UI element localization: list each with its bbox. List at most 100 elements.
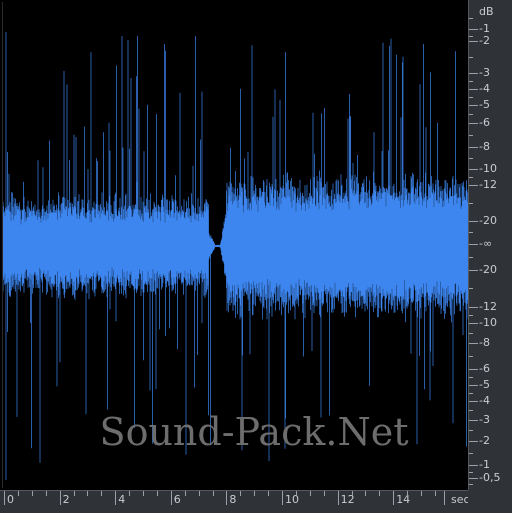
- db-tick-label: -∞: [479, 237, 493, 250]
- db-tick: [469, 465, 478, 466]
- db-tick: [469, 401, 478, 402]
- db-minor-tick: [469, 377, 473, 378]
- time-minor-tick: [143, 491, 144, 496]
- db-tick-label: -12: [479, 300, 497, 313]
- time-minor-tick: [407, 491, 409, 496]
- db-tick-label: -5: [479, 98, 490, 111]
- time-minor-tick: [101, 491, 103, 496]
- time-minor-tick: [31, 491, 33, 496]
- db-tick-label: -10: [479, 162, 497, 175]
- time-minor-tick: [421, 491, 422, 496]
- time-minor-tick: [129, 491, 131, 496]
- db-tick: [469, 385, 478, 386]
- db-minor-tick: [469, 18, 473, 19]
- db-minor-tick: [469, 484, 473, 485]
- time-tick-label: 6: [173, 493, 181, 506]
- time-end-tick: [444, 491, 445, 505]
- time-tick: [4, 491, 5, 505]
- time-minor-tick: [309, 491, 311, 496]
- db-minor-tick: [469, 135, 473, 136]
- db-tick-label: -4: [479, 394, 490, 407]
- audio-editor: dB -1 -2 -3 -4 -5 -6 -8 -10 -12 -20 -∞ -20 -12 -10 -8-…: [0, 0, 512, 513]
- db-minor-tick: [469, 36, 473, 37]
- db-tick-label: -8: [479, 336, 490, 349]
- db-tick-label: -1: [479, 458, 490, 471]
- db-tick-label: -8: [479, 140, 490, 153]
- time-ruler: sec 0 2 4 6 8 10 12 14: [0, 490, 512, 513]
- db-tick-label: -3: [479, 66, 490, 79]
- db-minor-tick: [469, 177, 473, 178]
- time-tick: [115, 491, 117, 505]
- time-minor-tick: [73, 491, 75, 496]
- db-tick-label: -20: [479, 214, 497, 227]
- db-minor-tick: [469, 333, 473, 334]
- db-tick: [469, 169, 478, 170]
- db-minor-tick: [469, 453, 473, 454]
- db-tick: [469, 105, 478, 106]
- time-minor-tick: [254, 491, 256, 496]
- db-tick-label: -4: [479, 82, 490, 95]
- waveform-trace: [3, 32, 469, 480]
- time-minor-tick: [240, 491, 242, 496]
- db-minor-tick: [469, 410, 473, 411]
- time-tick-label: 10: [285, 493, 299, 506]
- db-minor-tick: [469, 315, 473, 316]
- db-tick: [469, 185, 478, 186]
- db-tick: [469, 270, 478, 271]
- db-minor-tick: [469, 57, 473, 58]
- db-tick-label: -2: [479, 434, 490, 447]
- db-tick: [469, 147, 478, 148]
- db-minor-tick: [469, 81, 473, 82]
- time-minor-tick: [434, 491, 436, 496]
- db-tick: [469, 478, 478, 479]
- db-ruler: dB -1 -2 -3 -4 -5 -6 -8 -10 -12 -20 -∞ -20 -12 -10 -8-…: [468, 0, 512, 490]
- db-minor-tick: [469, 257, 473, 258]
- db-tick-label: -20: [479, 263, 497, 276]
- waveform[interactable]: [3, 2, 469, 488]
- db-minor-tick: [469, 232, 473, 233]
- db-tick-label: -6: [479, 362, 490, 375]
- time-minor-tick: [87, 491, 89, 496]
- time-minor-tick: [379, 491, 381, 496]
- time-tick: [282, 491, 283, 505]
- db-tick: [469, 441, 478, 442]
- db-minor-tick: [469, 203, 473, 204]
- db-minor-tick: [469, 393, 473, 394]
- db-tick: [469, 123, 478, 124]
- db-unit-label: dB: [479, 5, 494, 18]
- time-minor-tick: [351, 491, 353, 496]
- waveform-view[interactable]: [2, 2, 469, 488]
- db-tick: [469, 420, 478, 421]
- time-tick: [393, 491, 395, 505]
- time-minor-tick: [268, 491, 270, 496]
- db-tick: [469, 343, 478, 344]
- time-minor-tick: [365, 491, 367, 496]
- time-unit-label: sec: [451, 493, 470, 506]
- time-tick: [226, 491, 228, 505]
- time-tick: [337, 491, 339, 505]
- db-tick-label: -6: [479, 116, 490, 129]
- time-tick-label: 4: [118, 493, 126, 506]
- time-minor-tick: [156, 491, 158, 496]
- db-tick: [469, 29, 478, 30]
- db-minor-tick: [469, 430, 473, 431]
- db-tick-label: -1: [479, 22, 490, 35]
- db-minor-tick: [469, 472, 473, 473]
- time-minor-tick: [295, 491, 297, 496]
- db-tick: [469, 323, 478, 324]
- time-tick-label: 8: [229, 493, 237, 506]
- time-tick-label: 0: [7, 493, 14, 506]
- db-minor-tick: [469, 158, 473, 159]
- time-minor-tick: [45, 491, 47, 496]
- db-tick-label: -5: [479, 378, 490, 391]
- db-tick: [469, 221, 478, 222]
- db-minor-tick: [469, 356, 473, 357]
- db-tick-label: -2: [479, 34, 490, 47]
- db-tick-label: -0,5: [479, 471, 501, 484]
- time-minor-tick: [323, 491, 325, 496]
- time-tick-label: 2: [62, 493, 70, 506]
- time-minor-tick: [184, 491, 186, 496]
- db-minor-tick: [469, 97, 473, 98]
- db-tick-label: -10: [479, 316, 497, 329]
- db-minor-tick: [469, 114, 473, 115]
